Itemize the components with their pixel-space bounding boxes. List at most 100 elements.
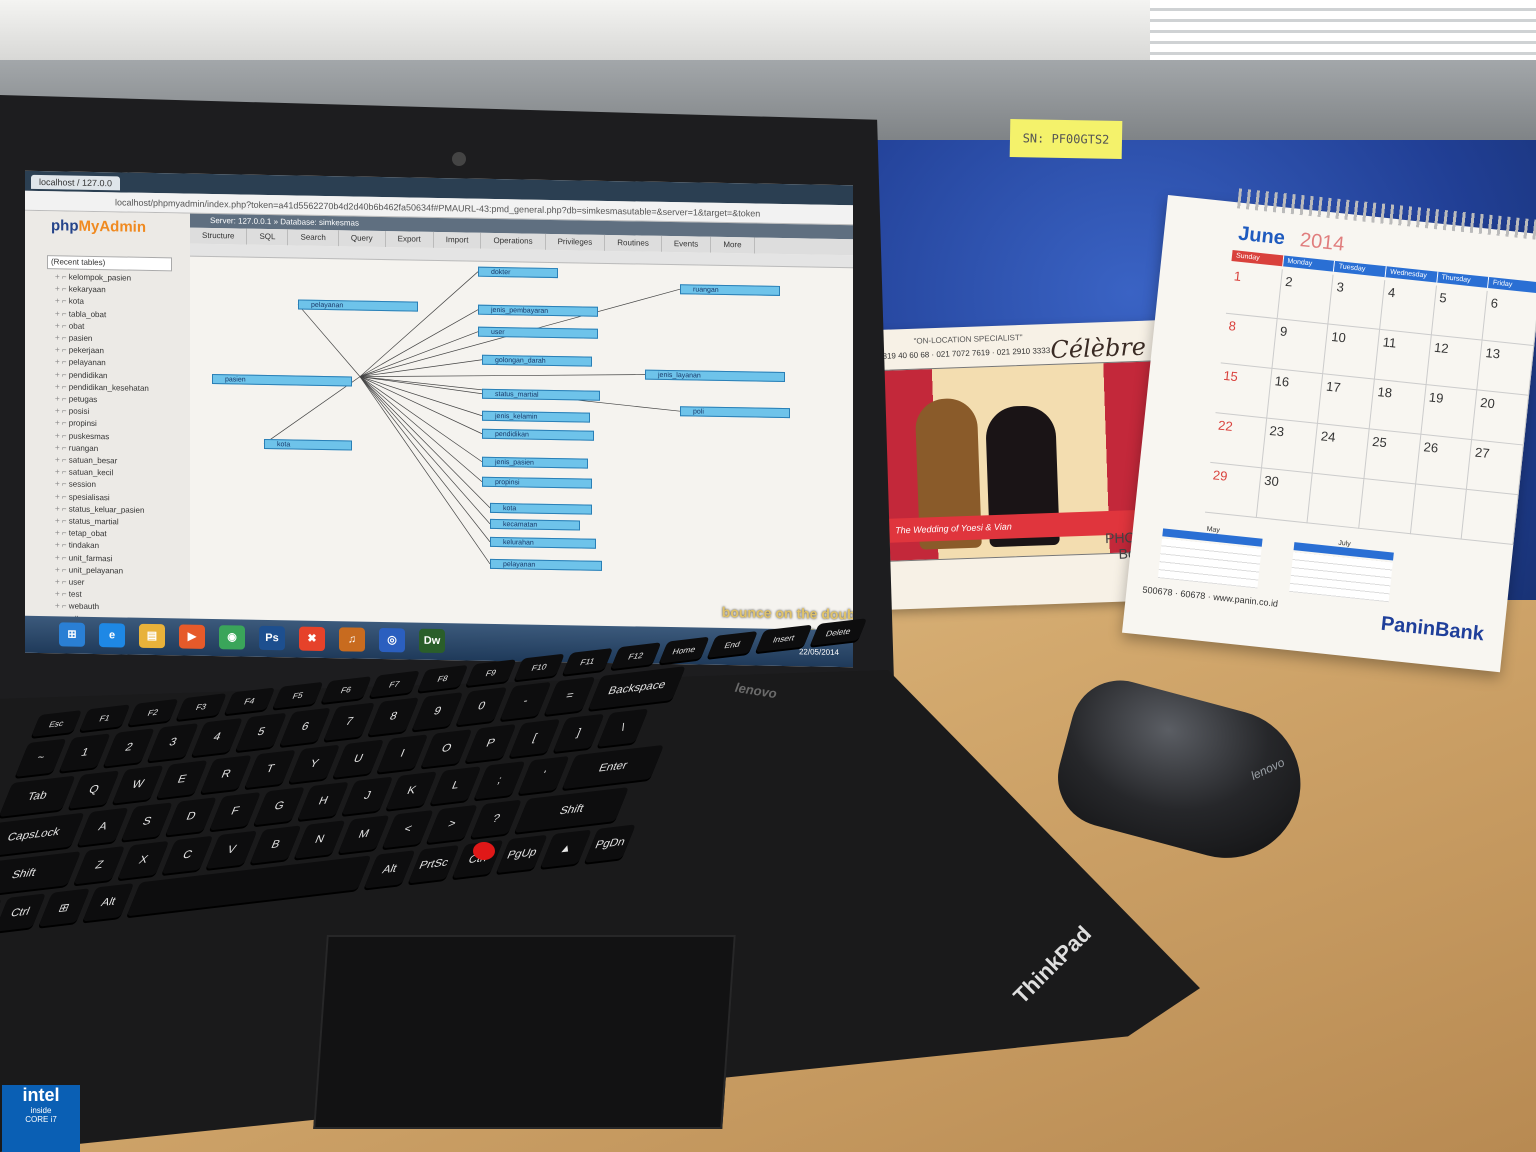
key[interactable]: 5 (235, 712, 287, 752)
designer-table-box[interactable]: pendidikan (482, 428, 594, 441)
trackpoint[interactable] (473, 842, 495, 860)
key[interactable]: B (249, 825, 302, 864)
menu-tab[interactable]: SQL (247, 228, 289, 246)
key[interactable]: V (205, 830, 258, 870)
key[interactable]: < (382, 809, 434, 849)
tree-item[interactable]: pelayanan (55, 357, 149, 371)
key[interactable]: M (338, 815, 390, 854)
photoshop-icon[interactable]: Ps (259, 625, 285, 651)
key[interactable]: F9 (465, 659, 517, 687)
key[interactable]: N (293, 820, 346, 859)
designer-table-box[interactable]: ruangan (680, 284, 780, 296)
designer-table-box[interactable]: kota (490, 502, 592, 515)
key[interactable]: W (112, 765, 164, 804)
menu-tab[interactable]: Export (385, 231, 434, 248)
key[interactable]: Alt (363, 850, 416, 889)
key[interactable]: F6 (320, 676, 372, 704)
media-icon[interactable]: ▶ (179, 624, 205, 649)
key[interactable]: F12 (610, 642, 662, 670)
menu-tab[interactable]: Routines (605, 234, 662, 252)
key[interactable]: F3 (175, 693, 227, 721)
key[interactable]: Home (658, 636, 710, 664)
key[interactable]: ' (517, 755, 570, 795)
designer-table-box[interactable]: dokter (478, 266, 558, 279)
key[interactable]: F4 (224, 687, 276, 715)
key[interactable]: Backspace (588, 666, 686, 710)
menu-tab[interactable]: Import (433, 231, 482, 249)
designer-table-box[interactable]: user (478, 326, 598, 339)
key[interactable]: T (244, 749, 296, 789)
designer-table-box[interactable]: propinsi (482, 476, 592, 489)
touchpad[interactable] (313, 935, 736, 1129)
key[interactable]: A (77, 807, 129, 846)
key[interactable]: L (429, 766, 482, 805)
ie-icon[interactable]: e (99, 623, 125, 648)
key[interactable]: Shift (514, 787, 629, 833)
key[interactable]: CapsLock (0, 812, 85, 857)
menu-tab[interactable]: Structure (190, 227, 248, 245)
key[interactable]: 7 (323, 702, 376, 741)
key[interactable]: - (499, 681, 552, 721)
menu-tab[interactable]: Search (288, 229, 339, 247)
key[interactable]: ? (470, 799, 522, 839)
key[interactable]: Q (68, 770, 120, 809)
key[interactable]: [ (508, 718, 561, 758)
designer-table-box[interactable]: poli (680, 406, 790, 419)
windows-start-icon[interactable]: ⊞ (59, 622, 85, 647)
key[interactable]: Z (73, 846, 126, 885)
designer-table-box[interactable]: pelayanan (298, 299, 418, 312)
key[interactable]: C (161, 835, 214, 875)
designer-table-box[interactable]: kecamatan (490, 518, 580, 531)
key[interactable]: PgUp (496, 834, 548, 874)
key[interactable]: = (543, 676, 596, 716)
key[interactable]: I (376, 734, 429, 773)
key[interactable]: P (464, 724, 517, 763)
key[interactable]: 8 (367, 697, 420, 736)
key[interactable]: 3 (147, 723, 199, 762)
key[interactable]: ▲ (540, 829, 592, 868)
key[interactable]: O (420, 729, 473, 768)
menu-tab[interactable]: Operations (481, 232, 546, 250)
key[interactable]: H (297, 781, 350, 821)
menu-tab[interactable]: More (711, 236, 755, 254)
key[interactable]: D (165, 797, 217, 836)
key[interactable]: F (209, 792, 261, 831)
key[interactable]: End (707, 631, 758, 658)
tree-item[interactable]: session (55, 479, 149, 493)
key[interactable]: U (332, 739, 385, 778)
designer-table-box[interactable]: status_martial (482, 388, 600, 401)
itunes-icon[interactable]: ♫ (339, 627, 365, 652)
key[interactable]: F1 (79, 704, 131, 732)
key[interactable]: PrtSc (407, 845, 460, 884)
key[interactable]: J (341, 776, 394, 816)
key[interactable]: 1 (59, 733, 111, 772)
key[interactable]: \ (597, 708, 649, 748)
designer-table-box[interactable]: kelurahan (490, 536, 596, 549)
key[interactable]: 2 (103, 728, 155, 767)
key[interactable]: F11 (562, 647, 614, 675)
tree-item[interactable]: propinsi (55, 418, 149, 432)
key[interactable]: F10 (513, 653, 565, 681)
key[interactable]: 0 (455, 687, 508, 726)
key[interactable]: F5 (272, 681, 324, 709)
key[interactable]: R (200, 755, 252, 794)
dreamweaver-icon[interactable]: Dw (419, 628, 445, 654)
chrome-icon[interactable]: ◉ (219, 625, 245, 650)
key[interactable]: Alt (82, 883, 135, 922)
menu-tab[interactable]: Events (661, 235, 712, 253)
designer-table-box[interactable]: kota (264, 438, 352, 451)
key[interactable]: E (156, 760, 208, 799)
recent-tables-select[interactable]: (Recent tables) (47, 255, 172, 272)
key[interactable]: F2 (127, 698, 179, 726)
key[interactable]: X (117, 840, 170, 880)
key[interactable]: 6 (279, 707, 331, 747)
designer-table-box[interactable]: jenis_pasien (482, 456, 588, 469)
browser-tab[interactable]: localhost / 127.0.0 (31, 174, 121, 191)
key[interactable]: K (385, 771, 438, 810)
key[interactable]: > (426, 804, 478, 844)
key[interactable]: Enter (562, 744, 664, 790)
key[interactable]: PgDn (584, 824, 636, 863)
key[interactable]: ; (473, 761, 526, 800)
designer-table-box[interactable]: jenis_kelamin (482, 410, 590, 423)
designer-table-box[interactable]: jenis_pembayaran (478, 304, 598, 317)
